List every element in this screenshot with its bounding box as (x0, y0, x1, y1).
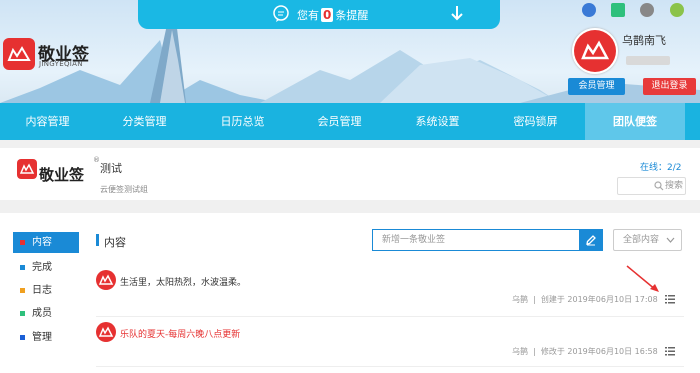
nav-content[interactable]: 内容管理 (0, 103, 95, 140)
divider (96, 316, 684, 317)
team-search-button[interactable]: 搜索 (617, 177, 686, 195)
main-nav: 内容管理 分类管理 日历总览 会员管理 系统设置 密码锁屏 团队便签 (0, 103, 700, 140)
note-text[interactable]: 生活里，太阳热烈，水波温柔。 (120, 275, 246, 288)
header: 您有 0 条提醒 敬业签 JINGYEQIAN 乌鹊南飞 会员管理 退出登录 (0, 0, 700, 103)
new-note-input[interactable]: 新增一条敬业签 (372, 229, 579, 251)
annotation-arrow (626, 265, 659, 292)
filter-select[interactable]: 全部内容 (613, 229, 682, 251)
notice-count: 0 (321, 8, 334, 22)
member-manage-button[interactable]: 会员管理 (568, 78, 625, 95)
nav-member[interactable]: 会员管理 (292, 103, 387, 140)
new-note-button[interactable] (579, 229, 603, 251)
notice-text: 您有 0 条提醒 (297, 8, 369, 22)
bullet-icon (20, 335, 25, 340)
down-arrow-icon[interactable] (450, 5, 464, 21)
divider (96, 366, 684, 367)
online-status: 在线：2/2 (640, 163, 682, 173)
note-avatar-icon (96, 270, 116, 290)
title-accent (96, 234, 99, 246)
sidebar-item-content[interactable]: 内容 (13, 232, 79, 253)
chevron-down-icon (666, 237, 675, 243)
logout-button[interactable]: 退出登录 (643, 78, 696, 95)
android-icon[interactable] (670, 3, 684, 17)
menu-icon[interactable] (665, 295, 675, 304)
bullet-icon (20, 288, 25, 293)
nav-category[interactable]: 分类管理 (97, 103, 192, 140)
sidebar-item-done[interactable]: 完成 (13, 257, 79, 278)
menu-icon[interactable] (665, 347, 675, 356)
bullet-icon (20, 311, 25, 316)
nav-team[interactable]: 团队便签 (585, 103, 685, 140)
note-meta: 乌鹊 | 创建于 2019年06月10日 17:08 (512, 295, 658, 304)
chat-icon (273, 5, 289, 22)
note-meta: 乌鹊 | 修改于 2019年06月10日 16:58 (512, 347, 658, 356)
main-title: 内容 (104, 236, 126, 249)
apple-icon[interactable] (640, 3, 654, 17)
team-logo-icon (17, 159, 37, 179)
ie-icon[interactable] (582, 3, 596, 17)
nav-settings[interactable]: 系统设置 (390, 103, 485, 140)
sidebar-item-members[interactable]: 成员 (13, 303, 79, 324)
search-icon (654, 181, 664, 191)
username: 乌鹊南飞 (622, 34, 666, 47)
avatar[interactable] (572, 28, 618, 74)
note-avatar-icon (96, 322, 116, 342)
note-text[interactable]: 乐队的夏天-每周六晚八点更新 (120, 327, 240, 340)
windows-icon[interactable] (611, 3, 625, 17)
team-brand: 敬业签 (39, 166, 85, 184)
bullet-icon (20, 240, 25, 245)
bullet-icon (20, 265, 25, 270)
registered-mark: ® (93, 156, 100, 164)
team-name: 测试 (100, 162, 122, 175)
user-detail (626, 56, 670, 65)
team-desc: 云便签测试组 (100, 185, 148, 194)
nav-calendar[interactable]: 日历总览 (195, 103, 290, 140)
brand-logo-icon (3, 38, 35, 70)
nav-lock[interactable]: 密码锁屏 (488, 103, 583, 140)
edit-icon (586, 235, 596, 246)
brand-sub: JINGYEQIAN (39, 60, 83, 68)
sidebar-item-manage[interactable]: 管理 (13, 327, 79, 348)
notice-bar[interactable]: 您有 0 条提醒 (138, 0, 500, 29)
sidebar-item-log[interactable]: 日志 (13, 280, 79, 301)
